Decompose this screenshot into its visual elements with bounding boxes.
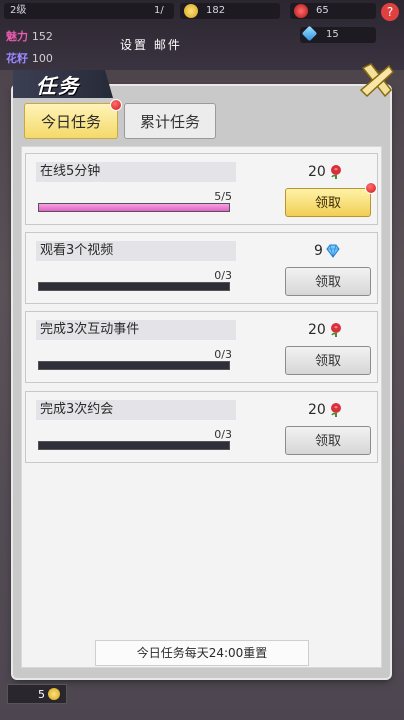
rose-icon — [330, 403, 341, 417]
rose-icon — [294, 4, 308, 18]
help-button[interactable]: ? — [381, 3, 399, 21]
tab-cumulative-label: 累计任务 — [139, 113, 200, 131]
task-reward: 20 — [308, 402, 344, 418]
reward-amount: 20 — [308, 164, 326, 180]
claim-label: 领取 — [314, 196, 341, 211]
gold-coin-icon — [48, 688, 60, 700]
task-title: 观看3个视频 — [36, 241, 236, 261]
flower-label: 花籽 — [6, 52, 28, 65]
task-progress-bar — [38, 203, 230, 212]
charm-value: 152 — [31, 30, 53, 43]
claim-notification-dot — [365, 182, 377, 194]
task-progress-fill — [39, 204, 229, 211]
close-x-icon — [359, 63, 394, 98]
task-progress-bar — [38, 282, 230, 291]
task-progress-bar — [38, 361, 230, 370]
reset-notice: 今日任务每天24:00重置 — [95, 640, 309, 666]
task-reward: 9 — [314, 243, 341, 259]
task-card: 观看3个视频 0/3 9 领取 — [25, 232, 378, 304]
task-reward: 20 — [308, 164, 344, 180]
level-progress: 1/ — [154, 5, 164, 16]
reward-amount: 20 — [308, 322, 326, 338]
gold-coin-icon — [184, 4, 198, 18]
flower-stat: 花籽 100 — [6, 50, 53, 66]
task-progress-text: 0/3 — [214, 269, 232, 282]
close-button[interactable] — [357, 60, 397, 100]
claim-button[interactable]: 领取 — [285, 426, 371, 455]
task-card: 完成3次约会 0/3 20 领取 — [25, 391, 378, 463]
charm-stat: 魅力 152 — [6, 28, 53, 44]
task-progress-text: 0/3 — [214, 428, 232, 441]
task-progress-text: 5/5 — [214, 190, 232, 203]
window-title: 任务 — [36, 74, 80, 98]
notification-dot — [110, 99, 122, 111]
level-label: 2级 — [10, 5, 27, 16]
task-card: 完成3次互动事件 0/3 20 领取 — [25, 311, 378, 383]
tab-daily-tasks[interactable]: 今日任务 — [24, 103, 118, 139]
tab-daily-label: 今日任务 — [40, 113, 101, 131]
task-card: 在线5分钟 5/5 20 领取 — [25, 153, 378, 225]
claim-label: 领取 — [314, 354, 341, 369]
reward-amount: 20 — [308, 402, 326, 418]
diamond-value: 15 — [326, 29, 339, 40]
claim-button[interactable]: 领取 — [285, 188, 371, 217]
task-progress-text: 0/3 — [214, 348, 232, 361]
task-title: 完成3次互动事件 — [36, 320, 236, 340]
claim-label: 领取 — [314, 434, 341, 449]
tab-cumulative-tasks[interactable]: 累计任务 — [124, 103, 216, 139]
charm-label: 魅力 — [6, 30, 28, 43]
gold-value: 182 — [206, 5, 226, 16]
task-progress-bar — [38, 441, 230, 450]
claim-button[interactable]: 领取 — [285, 346, 371, 375]
claim-button[interactable]: 领取 — [285, 267, 371, 296]
rose-icon — [330, 323, 341, 337]
bottom-counter-value: 5 — [38, 688, 45, 701]
background-menu-labels: 设置 邮件 — [120, 38, 182, 52]
rose-value: 65 — [316, 5, 329, 16]
claim-label: 领取 — [314, 275, 341, 290]
rose-icon — [330, 165, 341, 179]
flower-value: 100 — [31, 52, 53, 65]
task-title: 完成3次约会 — [36, 400, 236, 420]
diamond-icon — [326, 244, 340, 258]
reward-amount: 9 — [314, 243, 323, 259]
task-title: 在线5分钟 — [36, 162, 236, 182]
level-bar: 2级 1/ — [4, 3, 174, 19]
task-reward: 20 — [308, 322, 344, 338]
